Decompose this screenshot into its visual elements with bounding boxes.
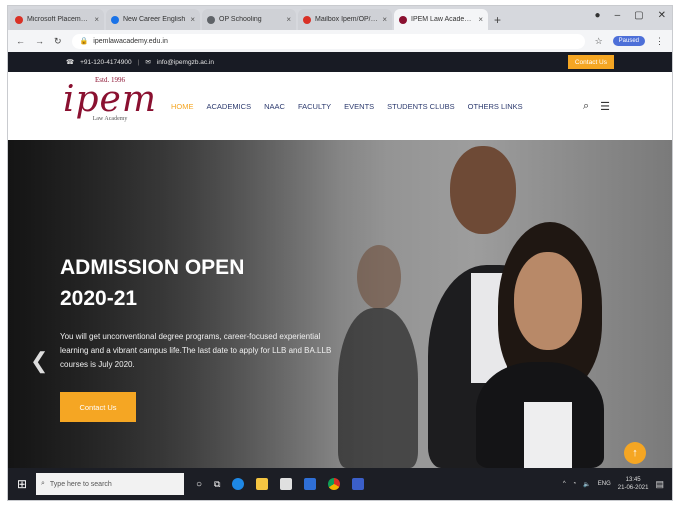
hero-photo-man-head [450, 146, 516, 234]
system-tray: ^ ◔ 🔈 ENG 13:45 21-06-2021 ▤ [563, 468, 664, 500]
tab-title: IPEM Law Academy | Best La [411, 16, 474, 23]
browser-tab-active[interactable]: IPEM Law Academy | Best La × [394, 9, 488, 30]
taskbar-search[interactable]: ⌕ Type here to search [36, 473, 184, 495]
logo-wordmark: ipem [63, 79, 157, 120]
tab-close-icon[interactable]: × [478, 15, 483, 24]
nav-faculty[interactable]: FACULTY [298, 102, 331, 111]
scroll-to-top-icon[interactable]: ↑ [624, 442, 646, 464]
tab-favicon-icon [399, 15, 407, 24]
nav-events[interactable]: EVENTS [344, 102, 374, 111]
browser-tab[interactable]: Microsoft Placement × [10, 9, 104, 30]
hero-photo-woman-face [514, 252, 582, 350]
nav-home[interactable]: HOME [171, 102, 194, 111]
hero-description: You will get unconventional degree progr… [60, 332, 332, 369]
contact-us-button[interactable]: Contact Us [567, 55, 614, 69]
file-explorer-icon[interactable] [256, 478, 269, 490]
tab-favicon-icon [15, 15, 23, 24]
main-nav: HOME ACADEMICS NAAC FACULTY EVENTS STUDE… [171, 102, 523, 111]
tab-favicon-icon [303, 15, 311, 24]
browser-tab[interactable]: OP Schooling × [202, 9, 296, 30]
hamburger-menu-icon[interactable]: ☰ [600, 100, 610, 113]
clock-date: 21-06-2021 [617, 485, 649, 491]
email-address[interactable]: info@ipemgzb.ac.in [157, 59, 214, 66]
menu-dots-icon[interactable]: ⋮ [655, 36, 664, 47]
browser-tab-strip: Microsoft Placement × New Career English… [8, 6, 672, 30]
nav-naac[interactable]: NAAC [264, 102, 285, 111]
store-icon[interactable] [280, 478, 293, 490]
tray-chevron-icon[interactable]: ^ [563, 481, 566, 487]
email-icon: ✉ [145, 59, 151, 66]
tab-close-icon[interactable]: × [94, 15, 99, 24]
browser-toolbar: ← → ↻ 🔒 ipemlawacademy.edu.in ☆ Paused ⋮ [8, 30, 672, 52]
tab-close-icon[interactable]: × [190, 15, 195, 24]
windows-start-icon[interactable]: ⊞ [8, 468, 36, 500]
tab-favicon-icon [207, 15, 215, 24]
nav-academics[interactable]: ACADEMICS [207, 102, 252, 111]
tab-close-icon[interactable]: × [382, 15, 387, 24]
mail-icon[interactable] [304, 478, 317, 490]
slider-prev-icon[interactable]: ❮ [30, 348, 48, 374]
screen: Microsoft Placement × New Career English… [8, 6, 672, 500]
search-icon: ⌕ [41, 480, 45, 487]
taskbar-search-placeholder: Type here to search [49, 480, 112, 488]
back-icon[interactable]: ← [16, 36, 25, 46]
site-header: Estd. 1996 ipem Law Academy HOME ACADEMI… [8, 72, 672, 140]
phone-icon: ☎ [66, 59, 75, 66]
header-icons: ⌕ ☰ [583, 100, 610, 113]
tab-title: Microsoft Placement [27, 16, 91, 23]
window-controls: ● – ▢ ✕ [595, 10, 666, 21]
new-tab-button[interactable]: + [494, 13, 501, 27]
tab-title: New Career English [123, 16, 186, 23]
nav-others-links[interactable]: OTHERS LINKS [468, 102, 523, 111]
clock-time: 13:45 [625, 477, 641, 483]
task-view-icon[interactable]: ⧉ [214, 479, 220, 490]
separator: | [137, 58, 140, 66]
tab-title: OP Schooling [219, 16, 262, 23]
tab-favicon-icon [111, 15, 119, 24]
chrome-icon[interactable] [328, 478, 341, 490]
url-text: ipemlawacademy.edu.in [93, 37, 168, 45]
volume-icon[interactable]: 🔈 [583, 481, 590, 488]
profile-button[interactable]: Paused [612, 36, 645, 46]
notification-icon[interactable]: ▤ [655, 479, 664, 490]
record-icon[interactable]: ● [595, 10, 601, 21]
browser-tab[interactable]: New Career English × [106, 9, 200, 30]
forward-icon[interactable]: → [35, 36, 44, 46]
app-icon[interactable] [352, 478, 365, 490]
cortana-icon[interactable]: ○ [196, 479, 202, 490]
close-window-icon[interactable]: ✕ [658, 10, 666, 21]
hero-title: ADMISSION OPEN 2020-21 [60, 252, 244, 314]
language-indicator[interactable]: ENG [598, 481, 611, 487]
tab-close-icon[interactable]: × [286, 15, 291, 24]
lock-icon: 🔒 [79, 38, 89, 45]
browser-tab[interactable]: Mailbox Ipem/OP/bhem × [298, 9, 392, 30]
taskbar-apps: ○ ⧉ [196, 478, 365, 490]
hero-title-line2: 2020-21 [60, 287, 138, 310]
search-icon[interactable]: ⌕ [583, 100, 589, 113]
hero-title-line1: ADMISSION OPEN [60, 256, 245, 279]
star-icon[interactable]: ☆ [595, 36, 603, 47]
site-contact-bar: ☎ +91-120-4174900 | ✉ info@ipemgzb.ac.in… [8, 52, 672, 72]
hero-slider: ADMISSION OPEN 2020-21 You will get unco… [8, 140, 672, 468]
site-logo[interactable]: Estd. 1996 ipem Law Academy [60, 76, 160, 136]
reload-icon[interactable]: ↻ [54, 36, 62, 47]
nav-students-clubs[interactable]: STUDENTS CLUBS [387, 102, 455, 111]
restore-icon[interactable]: ▢ [634, 10, 643, 21]
windows-taskbar: ⊞ ⌕ Type here to search ○ ⧉ ^ ◔ 🔈 ENG 13… [8, 468, 672, 500]
address-bar[interactable]: 🔒 ipemlawacademy.edu.in [71, 33, 585, 49]
minimize-icon[interactable]: – [615, 10, 621, 21]
hero-contact-button[interactable]: Contact Us [60, 392, 136, 422]
network-icon[interactable]: ◔ [573, 481, 577, 487]
edge-icon[interactable] [232, 478, 245, 490]
hero-photo-woman-shirt [524, 402, 572, 468]
clock[interactable]: 13:45 21-06-2021 [618, 476, 649, 492]
phone-number[interactable]: +91-120-4174900 [80, 59, 132, 66]
tab-title: Mailbox Ipem/OP/bhem [315, 16, 379, 23]
